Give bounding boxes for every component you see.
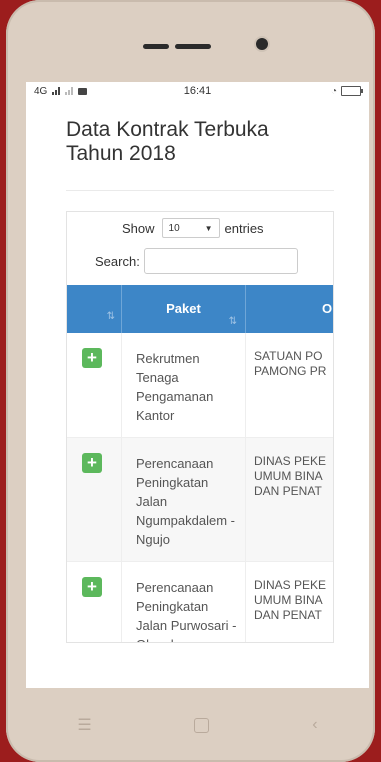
plus-icon[interactable]: + [82, 348, 102, 368]
datatable-panel: Show 10 ▼ entries Search: ⇅ Paket ⇅ O + … [66, 211, 334, 643]
opd-cell: SATUAN PO PAMONG PR [254, 349, 327, 378]
system-nav-bar: ☰ ‹ [26, 688, 369, 762]
battery-icon [341, 86, 363, 96]
column-header-paket[interactable]: Paket ⇅ [122, 285, 246, 333]
table-row: + Rekrutmen Tenaga Pengamanan Kantor SAT… [67, 333, 333, 438]
menu-icon[interactable]: ☰ [77, 715, 91, 735]
table-row: + Perencanaan Peningkatan Jalan Purwosar… [67, 562, 333, 642]
opd-cell: DINAS PEKE UMUM BINA DAN PENAT [254, 454, 327, 498]
paket-cell: Perencanaan Peningkatan Jalan Ngumpakdal… [122, 438, 246, 561]
column-header-paket-label: Paket [166, 301, 201, 316]
sort-icon: ⇅ [228, 316, 237, 327]
title-divider [66, 190, 334, 191]
front-camera [256, 38, 268, 50]
phone-screen: 4G 16:41 ◔ Data Kontrak Terbuka Tahun 20… [26, 82, 369, 688]
sort-icon: ⇅ [106, 311, 115, 322]
column-header-opd-label: O [322, 301, 333, 316]
back-icon[interactable]: ‹ [312, 716, 317, 734]
home-icon[interactable] [194, 717, 210, 733]
entries-label: entries [224, 220, 264, 236]
earpiece-speaker [143, 43, 243, 49]
contracts-table: ⇅ Paket ⇅ O + Rekrutmen Tenaga Pengamana… [67, 285, 333, 642]
chevron-down-icon: ▼ [204, 223, 213, 233]
page-title: Data Kontrak Terbuka Tahun 2018 [66, 118, 269, 165]
search-input[interactable] [143, 248, 298, 274]
show-label: Show [122, 220, 155, 236]
plus-icon[interactable]: + [82, 577, 102, 597]
search-label: Search: [95, 253, 140, 269]
opd-cell: DINAS PEKE UMUM BINA DAN PENAT [254, 578, 327, 622]
column-header-opd[interactable]: O [246, 285, 333, 333]
table-row: + Perencanaan Peningkatan Jalan Ngumpakd… [67, 438, 333, 562]
plus-icon[interactable]: + [82, 453, 102, 473]
column-header-expand[interactable]: ⇅ [67, 285, 122, 333]
paket-cell: Rekrutmen Tenaga Pengamanan Kantor [122, 333, 246, 437]
paket-cell: Perencanaan Peningkatan Jalan Purwosari … [122, 562, 246, 642]
entries-value: 10 [168, 222, 180, 234]
entries-select[interactable]: 10 ▼ [161, 218, 220, 238]
status-bar: 4G 16:41 ◔ [26, 82, 369, 100]
table-header: ⇅ Paket ⇅ O [67, 285, 333, 333]
status-time: 16:41 [183, 85, 212, 97]
